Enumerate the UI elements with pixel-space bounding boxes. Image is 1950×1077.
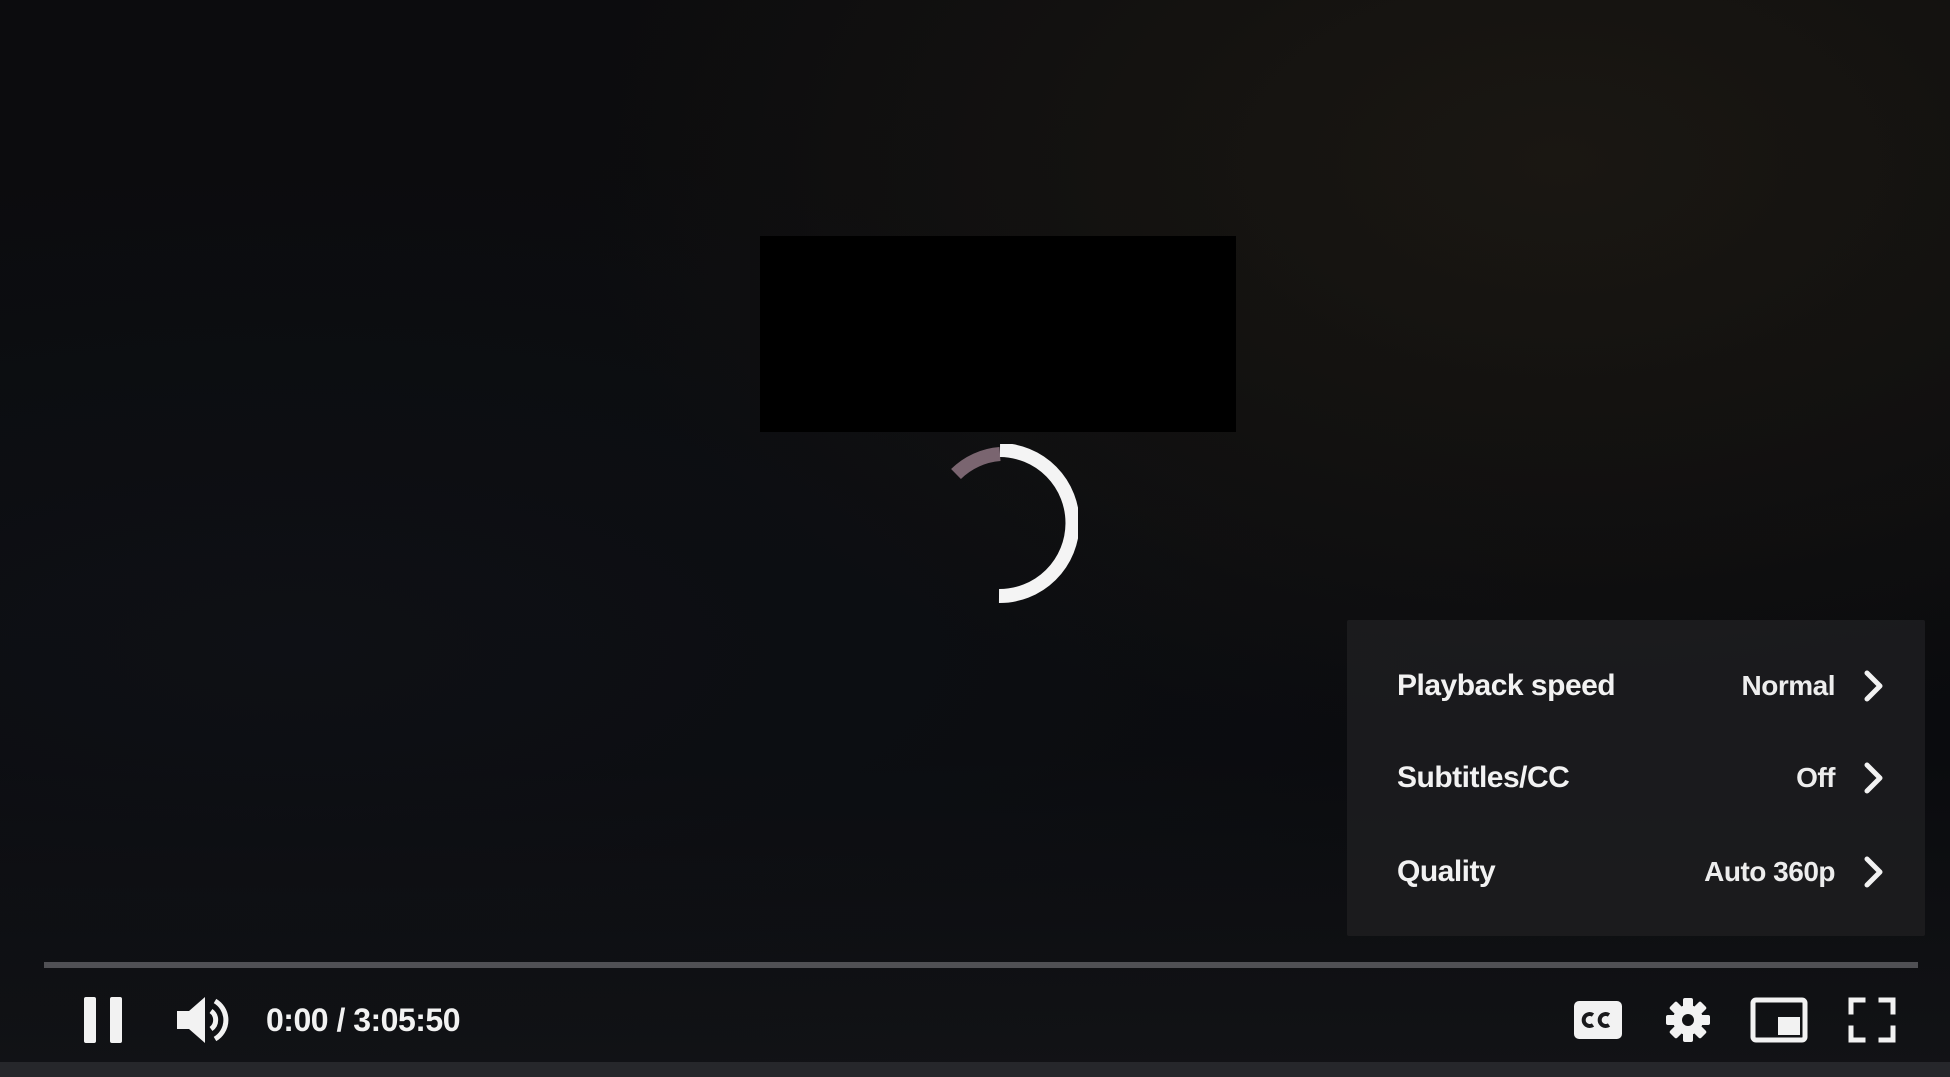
time-display: 0:00 / 3:05:50 xyxy=(266,1001,461,1038)
settings-item-label: Subtitles/CC xyxy=(1397,761,1570,794)
settings-button[interactable] xyxy=(1662,975,1714,1065)
settings-item-quality[interactable]: Quality Auto 360p xyxy=(1347,826,1925,918)
chevron-right-icon xyxy=(1864,762,1883,794)
settings-item-value: Auto 360p xyxy=(1704,856,1835,887)
settings-item-subtitles[interactable]: Subtitles/CC Off xyxy=(1347,732,1925,824)
chevron-right-icon xyxy=(1864,856,1883,888)
fullscreen-icon xyxy=(1848,997,1896,1043)
miniplayer-button[interactable] xyxy=(1748,975,1810,1065)
chevron-right-icon xyxy=(1864,670,1883,702)
settings-item-label: Quality xyxy=(1397,855,1496,888)
volume-icon xyxy=(177,997,229,1043)
settings-item-value: Normal xyxy=(1741,670,1836,701)
video-frame xyxy=(760,236,1236,432)
cc-icon xyxy=(1574,1001,1622,1039)
subtitles-button[interactable] xyxy=(1570,975,1626,1065)
gear-icon xyxy=(1666,998,1710,1042)
progress-bar[interactable] xyxy=(44,962,1918,968)
video-player[interactable]: Playback speed Normal Subtitles/CC Off Q… xyxy=(0,0,1950,1077)
pause-icon xyxy=(84,997,122,1043)
miniplayer-icon xyxy=(1750,997,1808,1043)
settings-item-value: Off xyxy=(1796,762,1835,793)
screen-bezel xyxy=(0,1062,1950,1077)
pause-button[interactable] xyxy=(72,975,134,1065)
settings-item-playback-speed[interactable]: Playback speed Normal xyxy=(1347,640,1925,732)
control-bar: 0:00 / 3:05:50 xyxy=(0,975,1950,1065)
settings-menu: Playback speed Normal Subtitles/CC Off Q… xyxy=(1347,620,1925,936)
fullscreen-button[interactable] xyxy=(1844,975,1900,1065)
settings-item-label: Playback speed xyxy=(1397,669,1616,702)
loading-spinner-icon xyxy=(951,444,1078,604)
volume-button[interactable] xyxy=(172,975,236,1065)
